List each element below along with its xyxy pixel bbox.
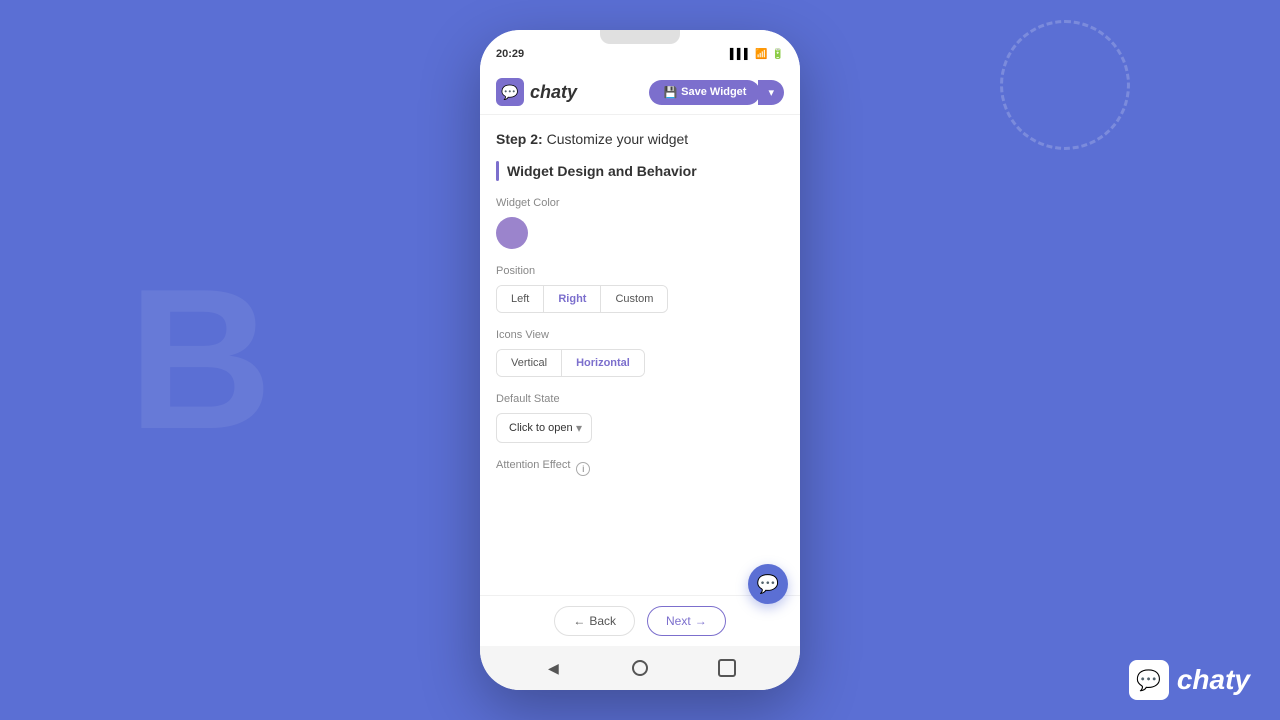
step-title: Step 2: Customize your widget (496, 131, 784, 147)
section-header: Widget Design and Behavior (496, 161, 784, 181)
info-icon[interactable]: i (576, 462, 590, 476)
chaty-logo-icon: 💬 (496, 78, 524, 106)
icons-view-btn-group: Vertical Horizontal (496, 349, 645, 377)
position-right-button[interactable]: Right (544, 286, 601, 312)
back-button[interactable]: ← Back (554, 606, 635, 636)
color-swatch[interactable] (496, 217, 528, 249)
default-state-select[interactable]: Click to open Always open Always closed (496, 413, 592, 443)
fab-chat-icon: 💬 (757, 574, 779, 595)
bottom-logo-text: chaty (1177, 664, 1250, 696)
position-left-button[interactable]: Left (497, 286, 544, 312)
app-header: 💬 chaty 💾 Save Widget ▾ (480, 70, 800, 115)
fab-chat-button[interactable]: 💬 (748, 564, 788, 604)
back-arrow-icon: ← (573, 614, 585, 628)
android-home-button[interactable] (628, 656, 652, 680)
signal-icon: ▌▌▌ (730, 49, 751, 60)
battery-icon: 🔋 (772, 49, 784, 60)
wifi-icon: 📶 (755, 49, 767, 60)
status-bar: 20:29 ▌▌▌ 📶 🔋 (480, 30, 800, 70)
status-time: 20:29 (496, 48, 524, 60)
phone-frame: 20:29 ▌▌▌ 📶 🔋 💬 chaty 💾 Save Widget ▾ St… (480, 30, 800, 690)
next-button[interactable]: Next → (647, 606, 726, 636)
bg-decorative-text: B (128, 245, 262, 475)
android-bar: ◀ (480, 646, 800, 690)
chaty-logo-text: chaty (530, 82, 577, 103)
icons-view-vertical-button[interactable]: Vertical (497, 350, 562, 376)
position-field: Position Left Right Custom (496, 265, 784, 313)
bg-circle-decoration (1000, 20, 1130, 150)
next-arrow-icon: → (695, 614, 707, 628)
icons-view-field: Icons View Vertical Horizontal (496, 329, 784, 377)
attention-effect-field: Attention Effect i (496, 459, 784, 479)
main-content: Step 2: Customize your widget Widget Des… (480, 115, 800, 595)
save-dropdown-button[interactable]: ▾ (758, 80, 784, 105)
position-label: Position (496, 265, 784, 277)
icons-view-label: Icons View (496, 329, 784, 341)
logo-area: 💬 chaty (496, 78, 577, 106)
header-actions: 💾 Save Widget ▾ (649, 80, 784, 105)
android-back-icon: ◀ (548, 660, 559, 677)
status-notch (600, 30, 680, 44)
android-recents-button[interactable] (715, 656, 739, 680)
position-btn-group: Left Right Custom (496, 285, 668, 313)
bottom-nav: ← Back Next → 💬 (480, 595, 800, 646)
widget-color-field: Widget Color (496, 197, 784, 249)
bottom-right-logo: 💬 chaty (1129, 660, 1250, 700)
save-icon: 💾 (663, 86, 677, 99)
default-state-select-wrapper: Click to open Always open Always closed (496, 413, 592, 443)
android-home-icon (632, 660, 648, 676)
section-bar (496, 161, 499, 181)
position-custom-button[interactable]: Custom (601, 286, 667, 312)
default-state-field: Default State Click to open Always open … (496, 393, 784, 443)
section-title: Widget Design and Behavior (507, 163, 697, 179)
default-state-label: Default State (496, 393, 784, 405)
save-widget-button[interactable]: 💾 Save Widget (649, 80, 760, 105)
android-back-button[interactable]: ◀ (541, 656, 565, 680)
icons-view-horizontal-button[interactable]: Horizontal (562, 350, 644, 376)
attention-effect-label: Attention Effect (496, 459, 570, 471)
bottom-logo-icon: 💬 (1129, 660, 1169, 700)
status-icons: ▌▌▌ 📶 🔋 (730, 49, 784, 60)
android-recents-icon (718, 659, 736, 677)
widget-color-label: Widget Color (496, 197, 784, 209)
